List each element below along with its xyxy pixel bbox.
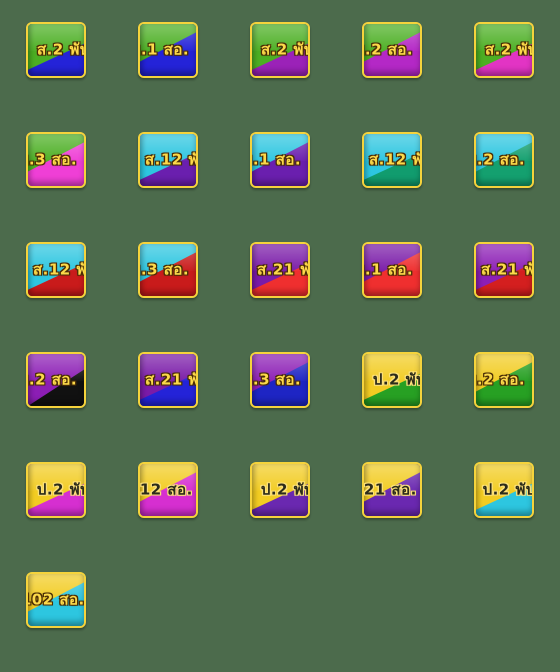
emoji-cell: ม.2 สอ. bbox=[474, 352, 534, 408]
emoji-cell: ป.2 พับ bbox=[362, 352, 422, 408]
emoji-cell: ส.21 พับ bbox=[250, 242, 310, 298]
emoji-cell: ส.2 พับ bbox=[474, 22, 534, 78]
emoji-tile[interactable]: ส.12 สอ. bbox=[138, 462, 198, 518]
emoji-cell: ม.2 สอ. bbox=[26, 352, 86, 408]
emoji-cell: ส.12 พับ bbox=[138, 132, 198, 188]
emoji-cell: ม.3 สอ. bbox=[138, 242, 198, 298]
emoji-cell: ม.3 สอ. bbox=[26, 132, 86, 188]
emoji-tile[interactable]: ส.21 สอ. bbox=[362, 462, 422, 518]
emoji-tile[interactable]: ป.2 พับ bbox=[26, 462, 86, 518]
emoji-tile[interactable]: ป.2 พับ. bbox=[474, 462, 534, 518]
emoji-cell: ส.21 พับ bbox=[474, 242, 534, 298]
emoji-cell: ม.1 สอ. bbox=[362, 242, 422, 298]
emoji-cell: ป.2 พับ. bbox=[474, 462, 534, 518]
emoji-tile[interactable]: ส.21 พับ bbox=[250, 242, 310, 298]
emoji-tile[interactable]: ส.21 พับ bbox=[474, 242, 534, 298]
emoji-cell: ป.2 พับ bbox=[26, 462, 86, 518]
emoji-tile[interactable]: ป.2 พับ bbox=[362, 352, 422, 408]
emoji-cell: ส.2 พับ bbox=[26, 22, 86, 78]
emoji-cell: ป.2 พับ bbox=[250, 462, 310, 518]
emoji-tile[interactable]: ส.12 พับ bbox=[138, 132, 198, 188]
emoji-tile[interactable]: ม.1 สอ. bbox=[138, 22, 198, 78]
emoji-cell: ส.21 สอ. bbox=[362, 462, 422, 518]
emoji-tile[interactable]: ม.3 สอ. bbox=[250, 352, 310, 408]
emoji-tile[interactable]: ส.102 สอ. bbox=[26, 572, 86, 628]
emoji-tile[interactable]: ส.2 พับ bbox=[26, 22, 86, 78]
emoji-tile[interactable]: ม.2 สอ. bbox=[474, 132, 534, 188]
emoji-tile[interactable]: ส.21 พับ bbox=[138, 352, 198, 408]
emoji-tile[interactable]: ส.2 พับ bbox=[250, 22, 310, 78]
emoji-tile[interactable]: ส.12 พับ bbox=[26, 242, 86, 298]
emoji-cell: ม.1 สอ. bbox=[138, 22, 198, 78]
emoji-tile[interactable]: ส.12 พับ bbox=[362, 132, 422, 188]
emoji-cell: ส.21 พับ bbox=[138, 352, 198, 408]
emoji-tile[interactable]: ม.2 สอ. bbox=[474, 352, 534, 408]
emoji-cell: ส.2 พับ bbox=[250, 22, 310, 78]
emoji-cell: ม.1 สอ. bbox=[250, 132, 310, 188]
emoji-tile[interactable]: ม.3 สอ. bbox=[26, 132, 86, 188]
emoji-cell: ส.12 สอ. bbox=[138, 462, 198, 518]
emoji-tile[interactable]: ม.3 สอ. bbox=[138, 242, 198, 298]
emoji-tile[interactable]: ม.1 สอ. bbox=[362, 242, 422, 298]
emoji-cell: ส.102 สอ. bbox=[26, 572, 86, 628]
emoji-tile[interactable]: ม.2 สอ. bbox=[26, 352, 86, 408]
emoji-tile[interactable]: ป.2 พับ bbox=[250, 462, 310, 518]
emoji-tile[interactable]: ส.2 พับ bbox=[474, 22, 534, 78]
emoji-cell: ส.12 พับ bbox=[362, 132, 422, 188]
emoji-cell: ส.12 พับ bbox=[26, 242, 86, 298]
emoji-sticker-grid: ส.2 พับม.1 สอ.ส.2 พับม.2 สอ.ส.2 พับม.3 ส… bbox=[0, 0, 560, 672]
emoji-tile[interactable]: ม.2 สอ. bbox=[362, 22, 422, 78]
emoji-tile[interactable]: ม.1 สอ. bbox=[250, 132, 310, 188]
emoji-cell: ม.3 สอ. bbox=[250, 352, 310, 408]
emoji-cell: ม.2 สอ. bbox=[474, 132, 534, 188]
emoji-cell: ม.2 สอ. bbox=[362, 22, 422, 78]
